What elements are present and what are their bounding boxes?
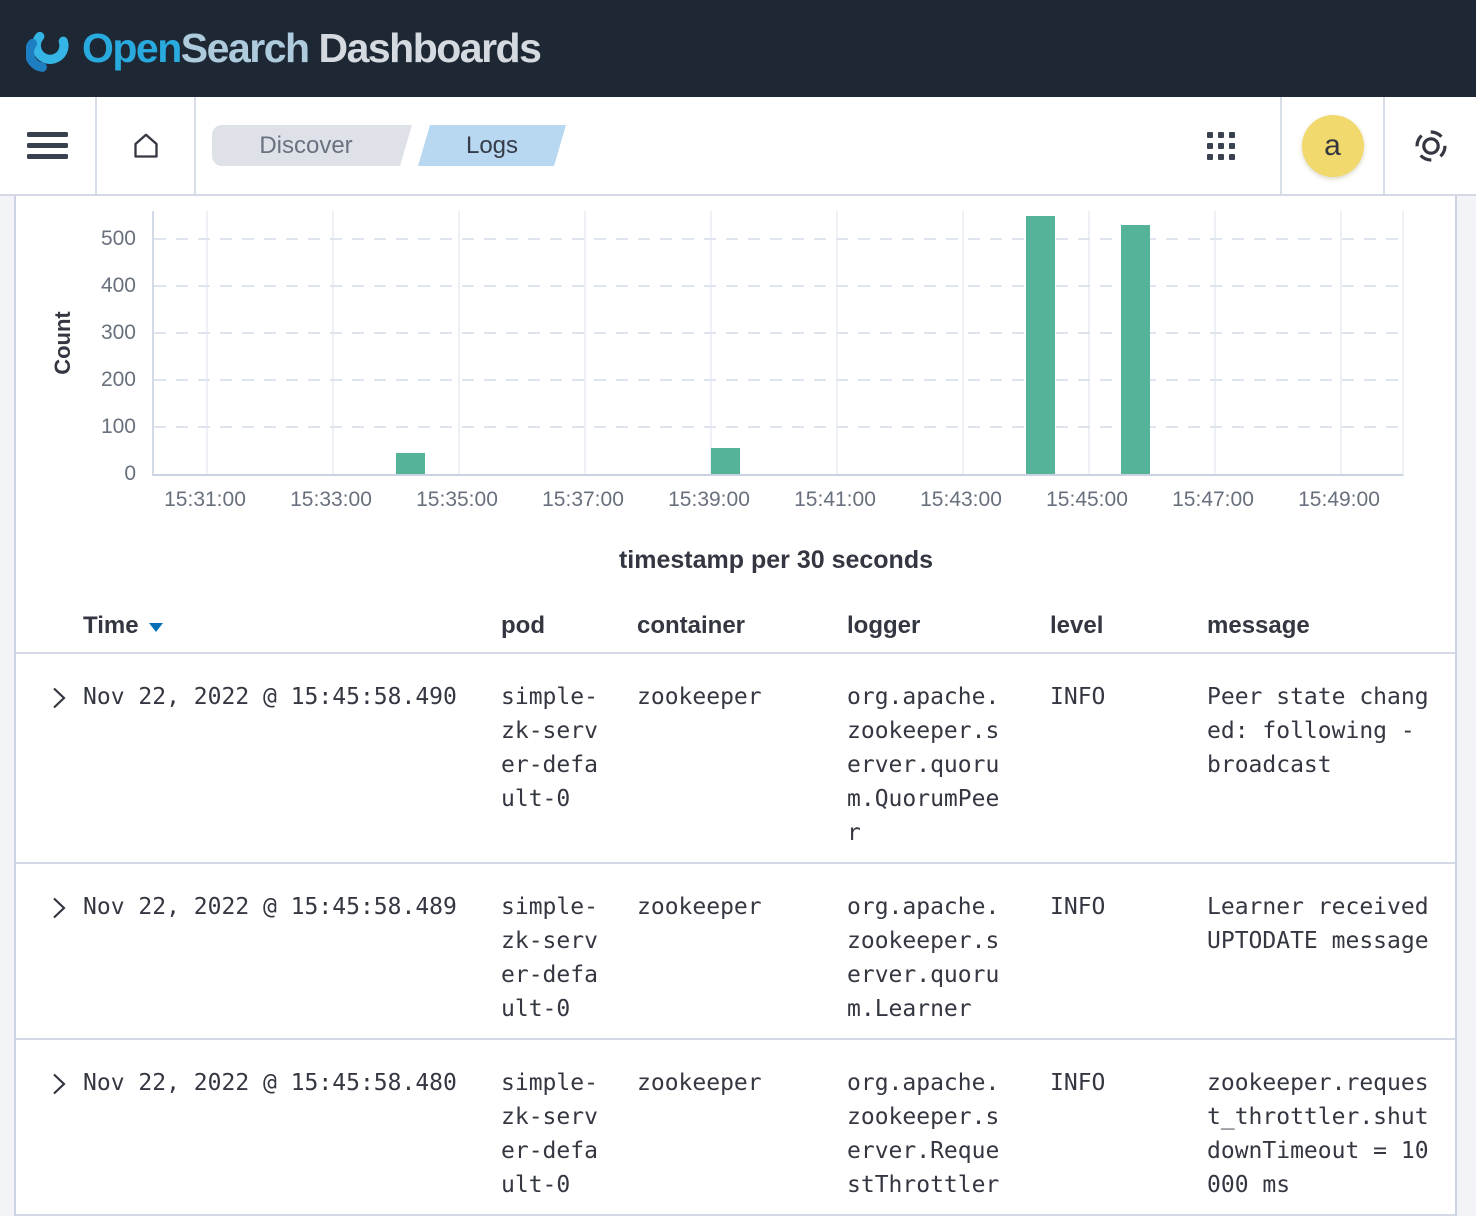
expand-cell <box>38 680 83 710</box>
cell-message: zookeeper.request_throttler.shutdownTime… <box>1207 1066 1455 1202</box>
cell-time: Nov 22, 2022 @ 15:45:58.480 <box>83 1066 501 1100</box>
y-gridline <box>154 238 1402 240</box>
column-header-time[interactable]: Time <box>83 612 501 640</box>
y-tick-label: 400 <box>16 274 136 298</box>
cell-pod: simple-zk-server-default-0 <box>501 1066 637 1202</box>
help-icon <box>1412 127 1450 165</box>
column-header-level[interactable]: level <box>1050 612 1207 640</box>
x-tick-label: 15:39:00 <box>639 488 779 512</box>
x-gridline <box>1214 211 1216 474</box>
cell-time: Nov 22, 2022 @ 15:45:58.490 <box>83 680 501 714</box>
x-gridline <box>332 211 334 474</box>
cell-level: INFO <box>1050 680 1207 714</box>
y-tick-label: 300 <box>16 321 136 345</box>
x-tick-label: 15:45:00 <box>1017 488 1157 512</box>
column-header-logger[interactable]: logger <box>847 612 1050 640</box>
x-gridline <box>1088 211 1090 474</box>
menu-button[interactable] <box>0 97 97 194</box>
cell-logger: org.apache.zookeeper.server.RequestThrot… <box>847 1066 1050 1202</box>
cell-logger: org.apache.zookeeper.server.quorum.Learn… <box>847 890 1050 1026</box>
histogram-bar[interactable] <box>711 448 740 474</box>
x-axis-title: timestamp per 30 seconds <box>152 546 1400 575</box>
column-header-container[interactable]: container <box>637 612 847 640</box>
x-gridline <box>1340 211 1342 474</box>
sort-desc-icon <box>149 623 163 632</box>
home-icon <box>130 130 162 162</box>
navbar: Discover Logs a <box>0 97 1476 196</box>
cell-level: INFO <box>1050 890 1207 924</box>
opensearch-logo-icon <box>26 26 72 72</box>
table-row: Nov 22, 2022 @ 15:45:58.480 simple-zk-se… <box>16 1040 1455 1216</box>
cell-container: zookeeper <box>637 680 847 714</box>
x-gridline <box>836 211 838 474</box>
y-tick-label: 0 <box>16 462 136 486</box>
breadcrumb-logs[interactable]: Logs <box>418 125 566 166</box>
navbar-spacer <box>566 97 1162 194</box>
y-tick-label: 100 <box>16 415 136 439</box>
x-gridline <box>962 211 964 474</box>
cell-container: zookeeper <box>637 1066 847 1100</box>
app-header: OpenSearch Dashboards <box>0 0 1476 97</box>
x-tick-label: 15:35:00 <box>387 488 527 512</box>
table-header: Time pod container logger level message <box>16 599 1455 654</box>
apps-menu-button[interactable] <box>1162 97 1280 194</box>
x-gridline <box>710 211 712 474</box>
x-tick-label: 15:33:00 <box>261 488 401 512</box>
avatar: a <box>1302 115 1364 177</box>
x-gridline <box>584 211 586 474</box>
help-button[interactable] <box>1385 97 1476 194</box>
table-row: Nov 22, 2022 @ 15:45:58.490 simple-zk-se… <box>16 654 1455 864</box>
column-header-pod[interactable]: pod <box>501 612 637 640</box>
y-gridline <box>154 285 1402 287</box>
column-header-time-label: Time <box>83 612 139 640</box>
hamburger-icon <box>27 126 68 165</box>
histogram-bar[interactable] <box>396 453 425 474</box>
x-gridline <box>206 211 208 474</box>
x-tick-label: 15:37:00 <box>513 488 653 512</box>
histogram-chart: Count timestamp per 30 seconds 15:31:001… <box>16 196 1455 599</box>
cell-time: Nov 22, 2022 @ 15:45:58.489 <box>83 890 501 924</box>
expand-row-chevron-icon[interactable] <box>51 686 68 710</box>
column-header-message[interactable]: message <box>1207 612 1455 640</box>
x-tick-label: 15:31:00 <box>135 488 275 512</box>
app-title: OpenSearch Dashboards <box>82 25 540 72</box>
x-gridline <box>458 211 460 474</box>
cell-level: INFO <box>1050 1066 1207 1100</box>
cell-container: zookeeper <box>637 890 847 924</box>
expand-row-chevron-icon[interactable] <box>51 896 68 920</box>
expand-cell <box>38 890 83 920</box>
cell-message: Peer state changed: following - broadcas… <box>1207 680 1455 782</box>
cell-pod: simple-zk-server-default-0 <box>501 680 637 816</box>
x-tick-label: 15:43:00 <box>891 488 1031 512</box>
table-body: Nov 22, 2022 @ 15:45:58.490 simple-zk-se… <box>16 654 1455 1216</box>
expand-cell <box>38 1066 83 1096</box>
x-tick-label: 15:41:00 <box>765 488 905 512</box>
breadcrumb: Discover Logs <box>212 97 566 194</box>
plot-area <box>152 211 1404 476</box>
y-gridline <box>154 332 1402 334</box>
x-tick-label: 15:47:00 <box>1143 488 1283 512</box>
user-menu-button[interactable]: a <box>1280 97 1385 194</box>
x-tick-label: 15:49:00 <box>1269 488 1409 512</box>
cell-pod: simple-zk-server-default-0 <box>501 890 637 1026</box>
cell-message: Learner received UPTODATE message <box>1207 890 1455 958</box>
y-tick-label: 500 <box>16 227 136 251</box>
y-gridline <box>154 426 1402 428</box>
table-row: Nov 22, 2022 @ 15:45:58.489 simple-zk-se… <box>16 864 1455 1040</box>
y-gridline <box>154 379 1402 381</box>
cell-logger: org.apache.zookeeper.server.quorum.Quoru… <box>847 680 1050 850</box>
home-button[interactable] <box>97 97 196 194</box>
expand-row-chevron-icon[interactable] <box>51 1072 68 1096</box>
histogram-bar[interactable] <box>1121 225 1150 474</box>
y-tick-label: 200 <box>16 368 136 392</box>
histogram-bar[interactable] <box>1026 216 1055 475</box>
apps-grid-icon <box>1207 132 1235 160</box>
breadcrumb-discover[interactable]: Discover <box>212 125 412 166</box>
discover-panel: Count timestamp per 30 seconds 15:31:001… <box>14 196 1457 1216</box>
